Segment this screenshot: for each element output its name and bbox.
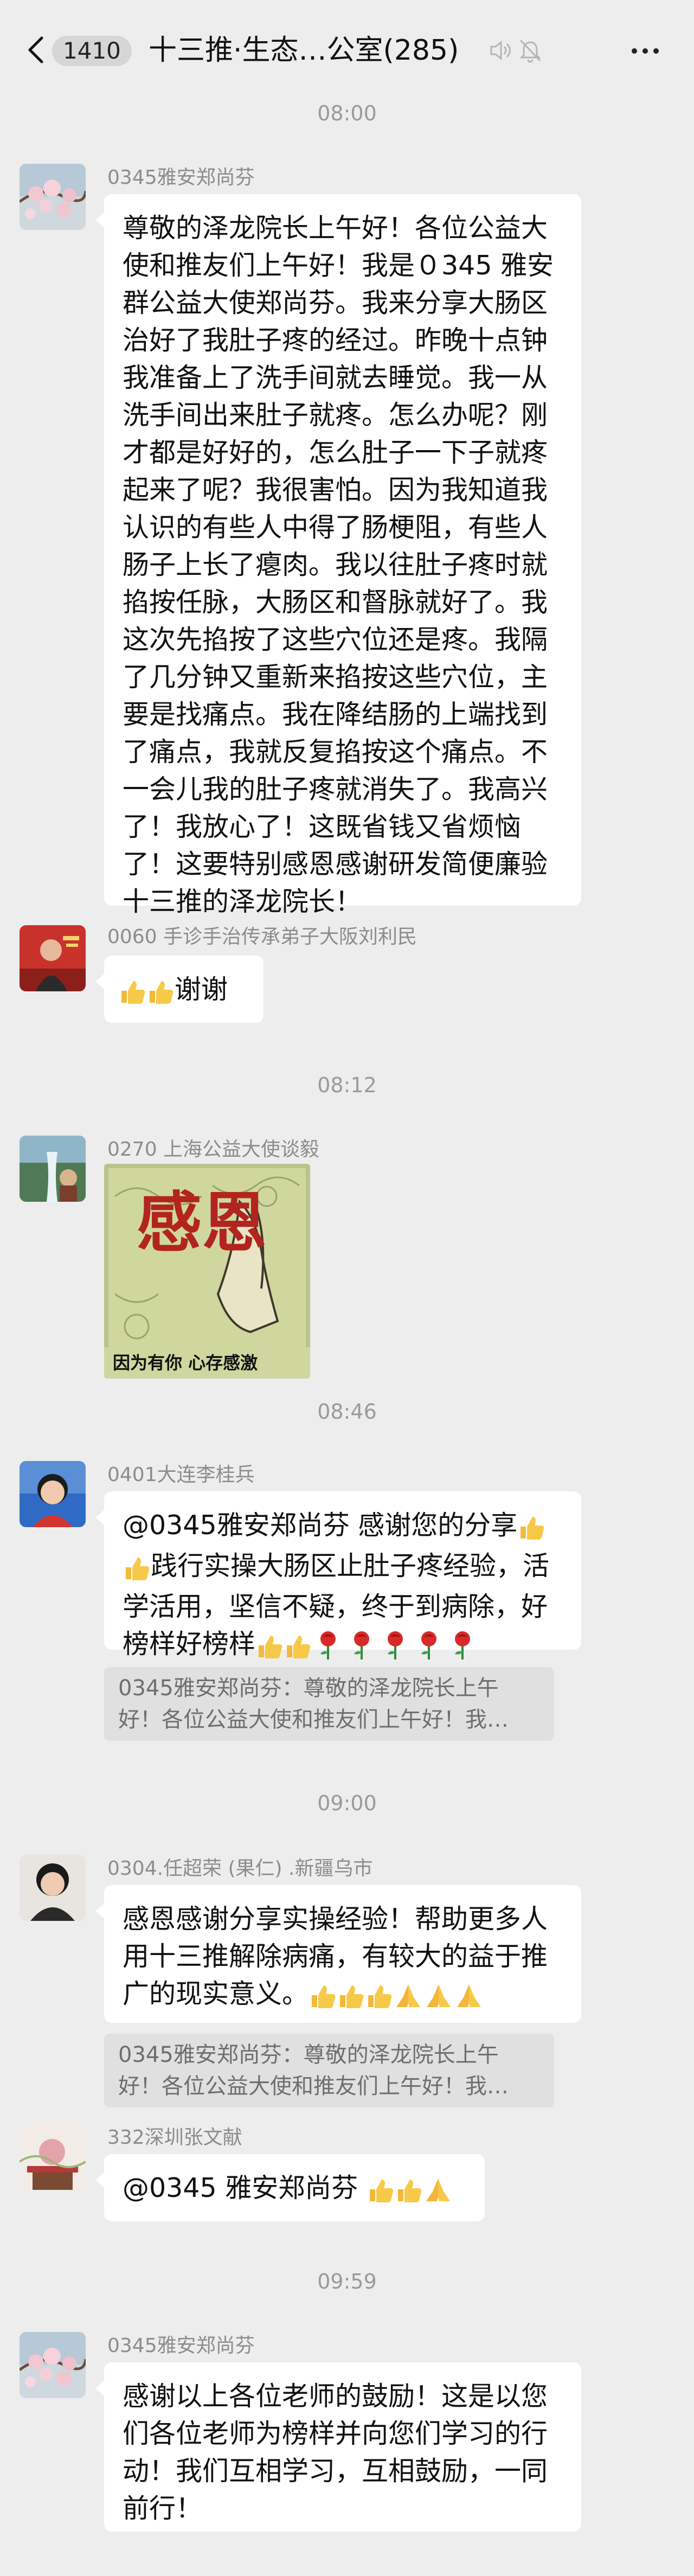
card-caption: 因为有你 心存感激 (113, 1353, 258, 1373)
sender-name: 0270 上海公益大使谈毅 (107, 1138, 320, 1161)
quoted-message[interactable]: 0345雅安郑尚芬：尊敬的泽龙院长上午 好！各位公益大使和推友们上午好！我… (104, 1667, 554, 1741)
avatar[interactable] (20, 2124, 86, 2190)
sender-name: 0345雅安郑尚芬 (107, 2335, 255, 2357)
avatar[interactable] (20, 164, 86, 230)
avatar[interactable] (20, 1855, 86, 1921)
praying-hands-icon (454, 1978, 484, 2016)
rose-icon (345, 1629, 379, 1666)
sender-name: 0304.任超荣 (果仁) .新疆乌市 (107, 1857, 373, 1880)
card-title: 感恩 (137, 1184, 267, 1261)
message-text: @0345雅安郑尚芬 感谢您的分享 (123, 1510, 518, 1541)
rose-icon (379, 1629, 413, 1666)
sender-name: 0401大连李桂兵 (107, 1464, 255, 1486)
rose-icon (446, 1629, 480, 1666)
unread-count-badge[interactable]: 1410 (52, 36, 132, 66)
avatar-portrait-image (20, 925, 86, 991)
avatar-woman-image (20, 1855, 86, 1921)
message-bubble[interactable]: 谢谢 (95, 956, 264, 1023)
avatar[interactable] (20, 925, 86, 991)
thumbs-up-icon (309, 1978, 337, 2016)
image-message[interactable]: 感恩 因为有你 心存感激 (104, 1164, 310, 1379)
avatar[interactable] (20, 2332, 86, 2398)
avatar[interactable] (20, 1461, 86, 1527)
more-options-button[interactable] (624, 36, 667, 66)
timestamp: 09:00 (317, 1791, 377, 1815)
avatar-blossom-image (20, 2332, 86, 2398)
thumbs-up-icon (123, 1550, 151, 1588)
timestamp: 08:12 (317, 1073, 377, 1097)
avatar-landscape-image (20, 2124, 86, 2190)
message-text: @0345 雅安郑尚芬 (123, 2173, 367, 2203)
rose-icon (413, 1629, 446, 1666)
thumbs-up-icon (337, 1978, 365, 2016)
thumbs-up-icon (365, 1978, 393, 2016)
praying-hands-icon (393, 1978, 423, 2016)
quoted-message[interactable]: 0345雅安郑尚芬：尊敬的泽龙院长上午 好！各位公益大使和推友们上午好！我… (104, 2034, 554, 2107)
message-text: 谢谢 (175, 974, 228, 1005)
avatar-waterfall-image (20, 1136, 86, 1202)
message-bubble[interactable]: @0345雅安郑尚芬 感谢您的分享践行实操大肠区止肚子疼经验，活学活用，坚信不疑… (95, 1491, 581, 1659)
avatar[interactable] (20, 1136, 86, 1202)
timestamp: 08:00 (317, 101, 377, 125)
sender-name: 0345雅安郑尚芬 (107, 166, 255, 189)
speaker-off-icon (490, 40, 511, 61)
sender-name: 332深圳张文献 (107, 2126, 242, 2149)
message-bubble[interactable]: 感谢以上各位老师的鼓励！这是以您们各位老师为榜样并向您们学习的行动！我们互相学习… (95, 2362, 581, 2532)
avatar-blossom-image (20, 164, 86, 230)
message-bubble[interactable]: 感恩感谢分享实操经验！帮助更多人用十三推解除病痛，有较大的益于推广的现实意义。 (95, 1885, 581, 2023)
sender-name: 0060 手诊手治传承弟子大阪刘利民 (107, 926, 417, 948)
thumbs-up-icon (395, 2173, 423, 2210)
praying-hands-icon (423, 2173, 453, 2210)
quote-text: 0345雅安郑尚芬：尊敬的泽龙院长上午 (118, 2042, 499, 2067)
avatar-woman-image (20, 1461, 86, 1527)
thumbs-up-icon (367, 2173, 395, 2210)
bell-off-icon (519, 39, 541, 63)
chat-header: 1410 十三推·生态…公室(285) (0, 0, 694, 103)
thumbs-up-icon (255, 1629, 284, 1666)
thumbs-up-icon (118, 974, 146, 1011)
gratitude-card-image: 感恩 因为有你 心存感激 (104, 1164, 310, 1379)
praying-hands-icon (423, 1978, 454, 2016)
quote-text: 好！各位公益大使和推友们上午好！我… (118, 1707, 509, 1732)
thumbs-up-icon (284, 1629, 312, 1666)
chat-title[interactable]: 十三推·生态…公室(285) (149, 33, 459, 68)
chevron-left-icon (28, 36, 43, 63)
quote-text: 0345雅安郑尚芬：尊敬的泽龙院长上午 (118, 1676, 499, 1701)
rose-icon (312, 1629, 345, 1666)
more-dots-icon (632, 48, 637, 54)
message-bubble[interactable]: @0345 雅安郑尚芬 (95, 2154, 485, 2221)
message-bubble[interactable]: 尊敬的泽龙院长上午好！各位公益大使和推友们上午好！我是０345 雅安群公益大使郑… (95, 194, 581, 917)
thumbs-up-icon (517, 1510, 545, 1547)
timestamp: 09:59 (317, 2270, 377, 2293)
timestamp: 08:46 (317, 1400, 377, 1424)
back-button[interactable] (20, 34, 52, 66)
thumbs-up-icon (146, 974, 175, 1011)
quote-text: 好！各位公益大使和推友们上午好！我… (118, 2074, 509, 2099)
